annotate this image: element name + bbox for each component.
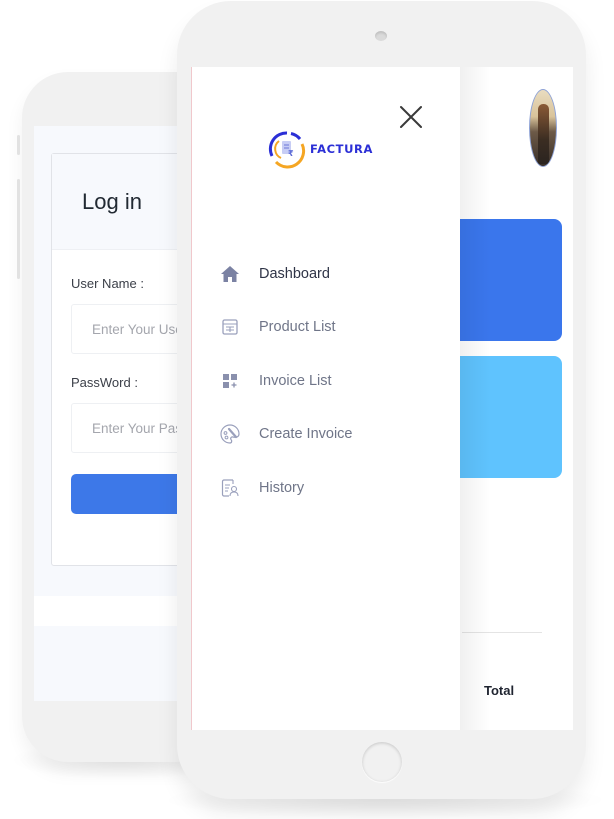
menu-label: Product List (259, 319, 336, 336)
close-icon (400, 106, 422, 128)
document-user-icon (219, 477, 241, 499)
factura-logo-icon: ₹ (268, 131, 306, 169)
volume-button (17, 135, 20, 155)
navigation-drawer: ₹ FACTURA Dashboard Product List Invoice… (192, 67, 460, 730)
brand-name: FACTURA (310, 142, 374, 156)
menu-label: Create Invoice (259, 426, 353, 443)
menu-label: Invoice List (259, 372, 332, 389)
drawer-menu: Dashboard Product List Invoice List Crea… (219, 247, 353, 515)
app-screen: Total ₹ FACTURA Dashboard Product List I… (191, 67, 573, 730)
grid-add-icon (219, 370, 241, 392)
brand-logo: ₹ FACTURA (267, 129, 373, 169)
svg-text:₹: ₹ (288, 149, 294, 158)
menu-item-create-invoice[interactable]: Create Invoice (219, 408, 353, 462)
user-avatar[interactable] (529, 89, 557, 167)
home-icon (219, 263, 241, 285)
avatar-photo (538, 104, 549, 164)
menu-label: History (259, 479, 305, 496)
menu-item-dashboard[interactable]: Dashboard (219, 247, 353, 301)
front-phone-frame: Total ₹ FACTURA Dashboard Product List I… (177, 1, 586, 799)
login-title: Log in (82, 188, 142, 214)
menu-item-history[interactable]: History (219, 461, 353, 515)
close-drawer-button[interactable] (399, 105, 423, 129)
calendar-list-icon (219, 316, 241, 338)
menu-item-invoice-list[interactable]: Invoice List (219, 354, 353, 408)
home-button[interactable] (362, 742, 402, 782)
username-label: User Name : (71, 276, 144, 291)
palette-brush-icon (219, 423, 241, 445)
menu-label: Dashboard (259, 265, 330, 282)
password-label: PassWord : (71, 375, 138, 390)
side-button (17, 179, 20, 279)
drawer-shadow (460, 67, 490, 730)
camera-icon (375, 31, 387, 41)
menu-item-product-list[interactable]: Product List (219, 301, 353, 355)
